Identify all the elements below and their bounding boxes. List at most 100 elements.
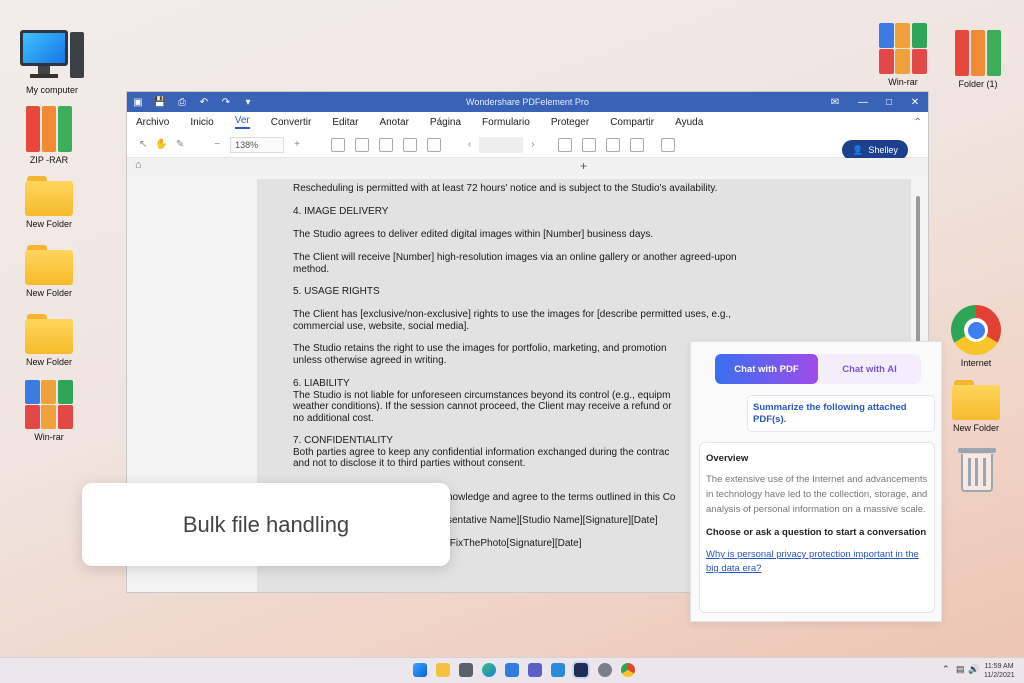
- next-page-icon[interactable]: ›: [531, 139, 534, 150]
- document-line: The Studio agrees to deliver edited digi…: [293, 229, 654, 240]
- user-account-button[interactable]: 👤 Shelley: [842, 140, 908, 160]
- two-page-scrolling-icon[interactable]: [629, 137, 644, 152]
- desktop-icon-new-folder-3[interactable]: New Folder: [11, 314, 87, 367]
- zoom-out-icon[interactable]: −: [214, 139, 220, 150]
- previous-page-icon[interactable]: ‹: [468, 139, 471, 150]
- collapse-ribbon-icon[interactable]: ⌃: [914, 117, 922, 128]
- document-heading: 4. IMAGE DELIVERY: [293, 206, 389, 217]
- desktop-icon-folder-1[interactable]: Folder (1): [940, 26, 1016, 89]
- menu-ver[interactable]: Ver: [234, 115, 250, 129]
- recycle-bin-icon[interactable]: [958, 448, 996, 494]
- print-icon[interactable]: ⎙: [171, 92, 193, 112]
- pdfelement-taskbar-icon[interactable]: [572, 661, 590, 679]
- home-icon[interactable]: ⌂: [135, 159, 142, 171]
- chrome-icon: [951, 305, 1001, 355]
- document-tabs: ⌂ +: [127, 158, 928, 176]
- camera-icon[interactable]: [459, 663, 473, 677]
- redo-icon[interactable]: ↷: [215, 92, 237, 112]
- volume-icon[interactable]: 🔊: [968, 664, 979, 675]
- desktop-icon-zip-rar[interactable]: ZIP -RAR: [11, 102, 87, 165]
- fit-visible-icon[interactable]: [402, 137, 417, 152]
- fit-width-icon[interactable]: [378, 137, 393, 152]
- menu-inicio[interactable]: Inicio: [190, 117, 213, 128]
- file-explorer-icon[interactable]: [436, 663, 450, 677]
- store-icon[interactable]: [505, 663, 519, 677]
- two-page-icon[interactable]: [605, 137, 620, 152]
- tab-chat-with-pdf[interactable]: Chat with PDF: [715, 354, 818, 384]
- document-line: The Client will receive [Number] high-re…: [293, 252, 737, 263]
- photos-icon[interactable]: [551, 663, 565, 677]
- maximize-button[interactable]: □: [876, 92, 902, 112]
- user-icon: 👤: [852, 144, 864, 155]
- menu-anotar[interactable]: Anotar: [379, 117, 408, 128]
- page-number-input[interactable]: [479, 136, 524, 153]
- menu-bar: Archivo Inicio Ver Convertir Editar Anot…: [127, 112, 928, 132]
- document-line: sentative Name][Studio Name][Signature][…: [447, 515, 658, 526]
- minimize-button[interactable]: —: [850, 92, 876, 112]
- menu-proteger[interactable]: Proteger: [551, 117, 589, 128]
- zoom-in-icon[interactable]: +: [294, 139, 300, 150]
- zoom-level-select[interactable]: 138%: [230, 136, 285, 153]
- vertical-scrollbar[interactable]: [916, 196, 920, 346]
- desktop-icon-label: Win-rar: [34, 432, 64, 442]
- desktop-icon-win-rar[interactable]: Win-rar: [11, 379, 87, 442]
- clock[interactable]: 11:59 AM 11/2/2021: [984, 662, 1015, 680]
- edit-tool-icon[interactable]: ✎: [176, 139, 184, 150]
- desktop-icon-my-computer[interactable]: My computer: [14, 28, 90, 95]
- rotate-view-icon[interactable]: [426, 137, 441, 152]
- desktop-icon-label: ZIP -RAR: [29, 155, 69, 165]
- menu-archivo[interactable]: Archivo: [136, 117, 169, 128]
- chat-mode-tabs: Chat with PDF Chat with AI: [715, 354, 921, 384]
- desktop-icon-new-folder-2[interactable]: New Folder: [11, 245, 87, 298]
- desktop-icon-win-rar-right[interactable]: Win-rar: [865, 22, 941, 87]
- menu-convertir[interactable]: Convertir: [271, 117, 312, 128]
- single-page-icon[interactable]: [557, 137, 572, 152]
- menu-ayuda[interactable]: Ayuda: [675, 117, 703, 128]
- document-line: ]FixThePhoto[Signature][Date]: [447, 538, 582, 549]
- document-heading: 7. CONFIDENTIALITY: [293, 435, 394, 446]
- quick-access-dropdown-icon[interactable]: ▾: [237, 92, 259, 112]
- menu-editar[interactable]: Editar: [332, 117, 358, 128]
- suggested-question-link[interactable]: Why is personal privacy protection impor…: [706, 548, 928, 576]
- fit-page-icon[interactable]: [354, 137, 369, 152]
- teams-icon[interactable]: [528, 663, 542, 677]
- tab-chat-with-ai[interactable]: Chat with AI: [818, 354, 921, 384]
- document-line: weather conditions). If the session cann…: [293, 401, 672, 412]
- taskbar: ⌃ ▤ 🔊 11:59 AM 11/2/2021: [0, 657, 1024, 683]
- desktop-icon-label: Internet: [960, 358, 992, 368]
- app-logo-icon: ▣: [133, 96, 143, 108]
- desktop-icon-new-folder-1[interactable]: New Folder: [11, 176, 87, 229]
- mail-icon[interactable]: ✉: [820, 92, 850, 112]
- tray-chevron-icon[interactable]: ⌃: [942, 664, 950, 675]
- new-tab-button[interactable]: +: [580, 159, 587, 173]
- menu-pagina[interactable]: Página: [430, 117, 461, 128]
- edge-icon[interactable]: [482, 663, 496, 677]
- menu-formulario[interactable]: Formulario: [482, 117, 530, 128]
- folder-icon: [25, 245, 73, 285]
- hand-tool-icon[interactable]: ✋: [155, 139, 167, 150]
- document-line: unless otherwise agreed in writing.: [293, 355, 447, 366]
- select-tool-icon[interactable]: ↖: [139, 139, 147, 150]
- actual-size-icon[interactable]: [330, 137, 345, 152]
- save-icon[interactable]: 💾: [149, 92, 171, 112]
- folder-icon: [25, 176, 73, 216]
- desktop-icon-new-folder-right[interactable]: New Folder: [938, 380, 1014, 433]
- document-line: Rescheduling is permitted with at least …: [293, 183, 718, 194]
- document-heading: 6. LIABILITY: [293, 378, 350, 389]
- winrar-icon: [879, 22, 927, 74]
- desktop-icon-internet[interactable]: Internet: [938, 305, 1014, 368]
- desktop-icon-label: Win-rar: [888, 77, 918, 87]
- clock-date: 11/2/2021: [984, 672, 1015, 679]
- settings-icon[interactable]: [598, 663, 612, 677]
- view-toolbar: ↖ ✋ ✎ − 138% + ‹ ›: [127, 132, 928, 158]
- menu-compartir[interactable]: Compartir: [610, 117, 654, 128]
- network-icon[interactable]: ▤: [956, 664, 965, 675]
- chrome-taskbar-icon[interactable]: [621, 663, 635, 677]
- question-title: Choose or ask a question to start a conv…: [706, 527, 927, 538]
- archive-icon: [25, 102, 73, 152]
- undo-icon[interactable]: ↶: [193, 92, 215, 112]
- start-icon[interactable]: [413, 663, 427, 677]
- more-view-options-icon[interactable]: [660, 137, 675, 152]
- close-button[interactable]: ✕: [902, 92, 928, 112]
- scrolling-icon[interactable]: [581, 137, 596, 152]
